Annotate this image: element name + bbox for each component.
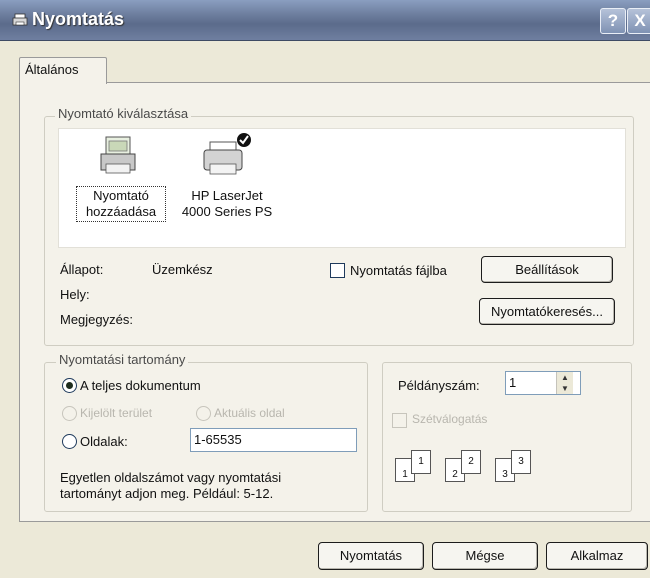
location-label: Hely: [60,287,90,302]
pages-label[interactable]: Oldalak: [80,434,128,449]
default-printer-icon [203,133,251,175]
help-button[interactable]: ? [600,8,626,34]
collate-page: 3 [511,450,531,474]
collate-illustration: 1 1 2 2 3 3 [395,448,545,488]
all-pages-label[interactable]: A teljes dokumentum [80,378,201,393]
title-bar[interactable]: Nyomtatás ? X [0,0,650,41]
find-printer-button[interactable]: Nyomtatókeresés... [479,298,615,325]
printer-item-hp-laserjet[interactable]: HP LaserJet 4000 Series PS [170,132,282,232]
status-label: Állapot: [60,262,104,277]
pages-radio[interactable] [62,434,77,449]
tab-general[interactable]: Általános [19,57,107,84]
printer-select-legend: Nyomtató kiválasztása [55,106,192,121]
current-page-radio[interactable] [196,406,211,421]
collate-page: 1 [411,450,431,474]
apply-button[interactable]: Alkalmaz [546,542,648,570]
printer-item-add[interactable]: Nyomtató hozzáadása [76,132,166,232]
page-range-legend: Nyomtatási tartomány [56,352,189,367]
collate-checkbox[interactable] [392,413,407,428]
print-button[interactable]: Nyomtatás [318,542,424,570]
page-range-hint-line2: tartományt adjon meg. Például: 5-12. [60,486,274,501]
add-printer-icon [100,136,136,174]
settings-button[interactable]: Beállítások [481,256,613,283]
selection-radio[interactable] [62,406,77,421]
printer-icon [12,13,28,26]
copies-spin-up[interactable]: ▲ [556,372,573,383]
printer-item-add-label: Nyomtató hozzáadása [76,186,166,222]
current-page-label[interactable]: Aktuális oldal [214,406,285,420]
print-to-file-label[interactable]: Nyomtatás fájlba [350,263,447,278]
all-pages-radio[interactable] [62,378,77,393]
copies-label: Példányszám: [398,378,480,393]
tab-label: Általános [25,62,79,77]
comment-label: Megjegyzés: [60,312,133,327]
page-range-hint-line1: Egyetlen oldalszámot vagy nyomtatási [60,470,282,485]
copies-spin-down[interactable]: ▼ [556,383,573,394]
printer-item-hp-label: HP LaserJet 4000 Series PS [181,188,273,219]
print-to-file-checkbox[interactable] [330,263,345,278]
collate-page: 2 [461,450,481,474]
status-value: Üzemkész [152,262,213,277]
cancel-button[interactable]: Mégse [432,542,538,570]
selection-label[interactable]: Kijelölt terület [80,406,152,420]
print-dialog: Nyomtatás ? X Általános Nyomtató kiválas… [0,0,650,578]
close-button[interactable]: X [627,8,650,34]
pages-input[interactable]: 1-65535 [190,428,357,452]
window-title: Nyomtatás [32,9,125,29]
collate-label[interactable]: Szétválogatás [412,412,487,426]
